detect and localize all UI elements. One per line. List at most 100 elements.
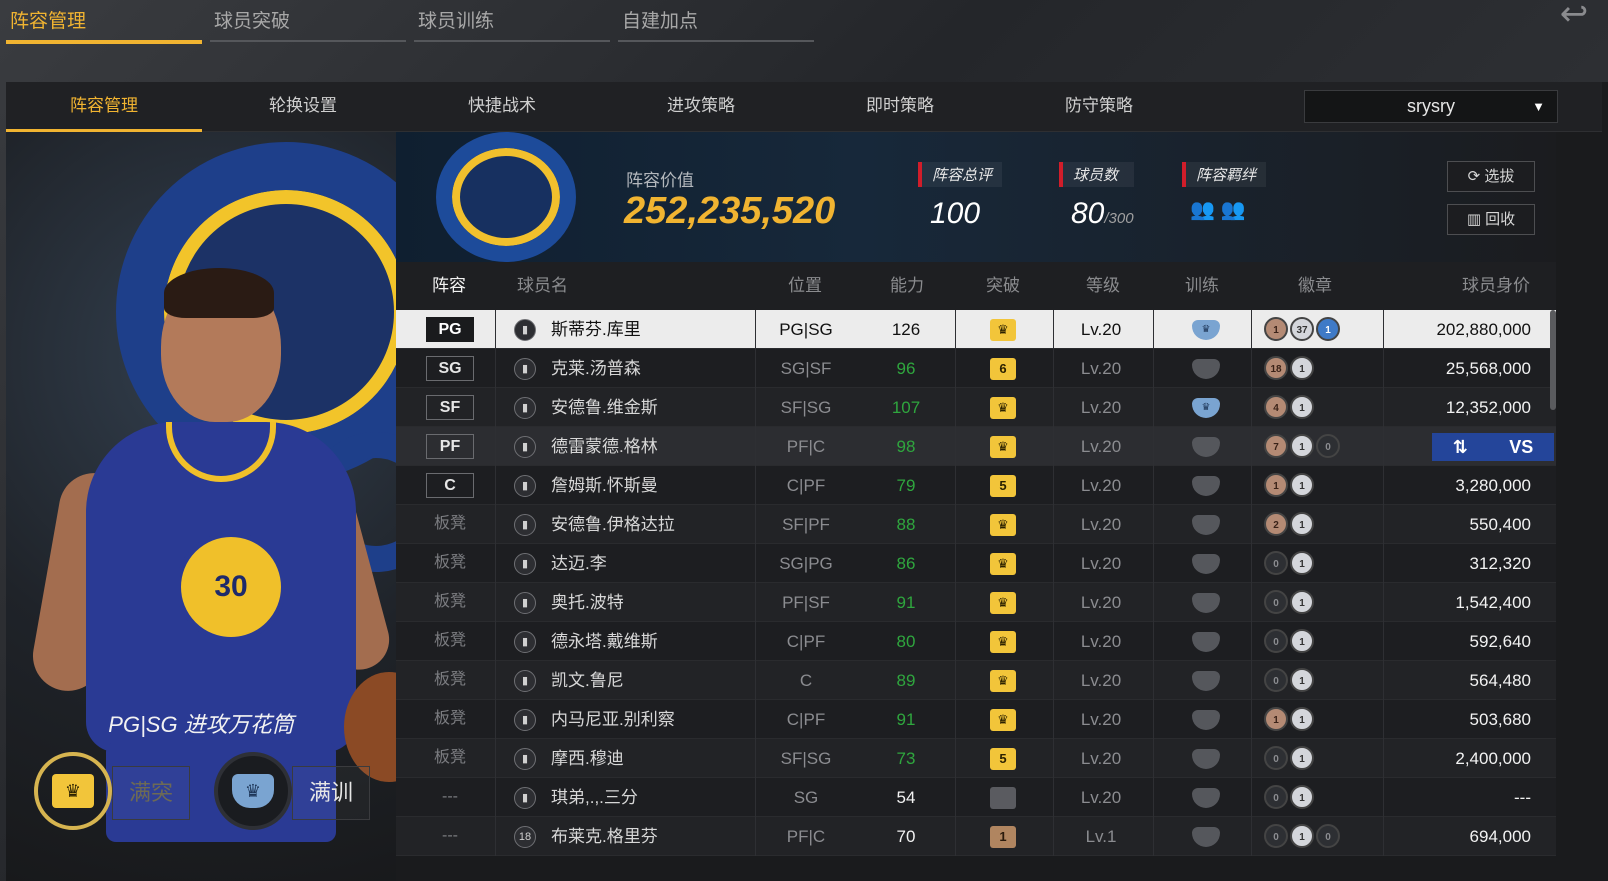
sub-tab-rotation[interactable]: 轮换设置 [205, 82, 401, 132]
col-ability[interactable]: 能力 [890, 262, 924, 310]
table-row[interactable]: 板凳 ▮ 摩西.穆迪 SF|SG 73 5 Lv.20 ♛ 01 2,400,000 [396, 739, 1556, 778]
slot-tag[interactable]: SF [426, 395, 474, 420]
slot-tag[interactable]: 板凳 [426, 629, 474, 654]
player-name[interactable]: 詹姆斯.怀斯曼 [551, 466, 658, 505]
top-tab-training[interactable]: 球员训练 [414, 0, 610, 44]
training-shield-icon: ♛ [1192, 320, 1220, 340]
divider [1251, 583, 1252, 622]
badge-list[interactable]: 01 [1264, 785, 1314, 809]
table-row[interactable]: C ▮ 詹姆斯.怀斯曼 C|PF 79 5 Lv.20 ♛ 11 3,280,000 [396, 466, 1556, 505]
col-name[interactable]: 球员名 [517, 262, 568, 310]
player-name[interactable]: 琪弟,.,.三分 [551, 778, 638, 817]
badge-list[interactable]: 11 [1264, 473, 1314, 497]
sub-tab-offense[interactable]: 进攻策略 [603, 82, 799, 132]
col-salary[interactable]: 球员身价 [1462, 262, 1530, 310]
player-ability: 80 [896, 632, 916, 651]
col-breakthrough[interactable]: 突破 [986, 262, 1020, 310]
top-tab-lineup[interactable]: 阵容管理 [6, 0, 202, 44]
divider [1383, 310, 1384, 349]
swap-vs-button[interactable]: ⇅ VS [1432, 433, 1554, 461]
draft-button[interactable]: ⟳ 选拔 [1447, 161, 1535, 192]
table-row[interactable]: 板凳 ▮ 达迈.李 SG|PG 86 ♛ Lv.20 ♛ 01 312,320 [396, 544, 1556, 583]
team-select[interactable]: srysry ▼ [1304, 90, 1558, 123]
player-name[interactable]: 克莱.汤普森 [551, 349, 641, 388]
badge-list[interactable]: 01 [1264, 629, 1314, 653]
badge-silver: 1 [1290, 668, 1314, 692]
sub-tab-defense[interactable]: 防守策略 [1001, 82, 1197, 132]
tier-icon: 18 [514, 826, 536, 848]
player-count: 80 [1071, 197, 1105, 230]
badge-list[interactable]: 41 [1264, 395, 1314, 419]
badge-list[interactable]: 21 [1264, 512, 1314, 536]
col-badges[interactable]: 徽章 [1298, 262, 1332, 310]
table-row[interactable]: 板凳 ▮ 安德鲁.伊格达拉 SF|PF 88 ♛ Lv.20 ♛ 21 550,400 [396, 505, 1556, 544]
badge-list[interactable]: 01 [1264, 668, 1314, 692]
badge-list[interactable]: 710 [1264, 434, 1340, 458]
slot-tag[interactable]: --- [426, 785, 474, 810]
col-level[interactable]: 等级 [1086, 262, 1120, 310]
slot-tag[interactable]: 板凳 [426, 512, 474, 537]
slot-tag[interactable]: PF [426, 434, 474, 459]
slot-tag[interactable]: 板凳 [426, 668, 474, 693]
player-name[interactable]: 德永塔.戴维斯 [551, 622, 658, 661]
table-row[interactable]: 板凳 ▮ 内马尼亚.别利察 C|PF 91 ♛ Lv.20 ♛ 11 503,680 [396, 700, 1556, 739]
col-lineup[interactable]: 阵容 [432, 262, 466, 310]
slot-tag[interactable]: SG [426, 356, 474, 381]
player-name[interactable]: 奥托.波特 [551, 583, 624, 622]
recycle-button[interactable]: ▥ 回收 [1447, 204, 1535, 235]
badge-list[interactable]: 01 [1264, 746, 1314, 770]
table-row[interactable]: 板凳 ▮ 凯文.鲁尼 C 89 ♛ Lv.20 ♛ 01 564,480 [396, 661, 1556, 700]
slot-tag[interactable]: 板凳 [426, 746, 474, 771]
badge-list[interactable]: 01 [1264, 590, 1314, 614]
badge-list[interactable]: 18 1 [1264, 356, 1314, 380]
slot-tag[interactable]: 板凳 [426, 590, 474, 615]
player-name[interactable]: 安德鲁.维金斯 [551, 388, 658, 427]
badge-dark: 0 [1264, 785, 1288, 809]
table-row[interactable]: --- ▮ 琪弟,.,.三分 SG 54 Lv.20 ♛ 01 --- [396, 778, 1556, 817]
slot-tag[interactable]: PG [426, 317, 474, 342]
player-name[interactable]: 斯蒂芬.库里 [551, 310, 641, 349]
sub-tab-realtime[interactable]: 即时策略 [802, 82, 998, 132]
table-row[interactable]: ---18布莱克.格里芬PF|C701Lv.1♛010694,000 [396, 817, 1556, 856]
table-row[interactable]: PG ▮ 斯蒂芬.库里 PG|SG 126 ♛ Lv.20 ♛ 1 37 1 202,880,000 [396, 310, 1556, 349]
player-ability: 98 [896, 437, 916, 456]
divider [1153, 427, 1154, 466]
player-name[interactable]: 凯文.鲁尼 [551, 661, 624, 700]
top-tab-breakthrough[interactable]: 球员突破 [210, 0, 406, 44]
table-row[interactable]: 板凳 ▮ 奥托.波特 PF|SF 91 ♛ Lv.20 ♛ 01 1,542,400 [396, 583, 1556, 622]
back-icon[interactable]: ↩ [1550, 0, 1598, 31]
col-training[interactable]: 训练 [1185, 262, 1219, 310]
player-position: PG|SG [779, 320, 833, 339]
slot-tag[interactable]: C [426, 473, 474, 498]
player-name[interactable]: 布莱克.格里芬 [551, 817, 658, 856]
table-row[interactable]: 板凳 ▮ 德永塔.戴维斯 C|PF 80 ♛ Lv.20 ♛ 01 592,640 [396, 622, 1556, 661]
col-position[interactable]: 位置 [788, 262, 822, 310]
badge-list[interactable]: 11 [1264, 707, 1314, 731]
slot-tag[interactable]: --- [426, 824, 474, 849]
slot-tag[interactable]: 板凳 [426, 707, 474, 732]
player-name[interactable]: 摩西.穆迪 [551, 739, 624, 778]
badge-list[interactable]: 010 [1264, 824, 1340, 848]
scrollbar[interactable] [1550, 310, 1556, 410]
sub-tab-quick-tactics[interactable]: 快捷战术 [404, 82, 600, 132]
breakthrough-level: 5 [990, 475, 1016, 497]
player-name[interactable]: 安德鲁.伊格达拉 [551, 505, 675, 544]
breakthrough-crown-icon: ♛ [990, 553, 1016, 575]
signal-icon: ▮ [514, 709, 536, 731]
table-row[interactable]: SF ▮ 安德鲁.维金斯 SF|SG 107 ♛ Lv.20 ♛ 4 1 12,352,000 [396, 388, 1556, 427]
badge-silver: 1 [1290, 473, 1314, 497]
count-value: 80/300 [1059, 197, 1134, 231]
top-tab-custom-points[interactable]: 自建加点 [618, 0, 814, 44]
divider [1153, 817, 1154, 856]
player-level: Lv.20 [1080, 320, 1122, 339]
badge-list[interactable]: 01 [1264, 551, 1314, 575]
badge-list[interactable]: 1 37 1 [1264, 317, 1340, 341]
player-name[interactable]: 内马尼亚.别利察 [551, 700, 675, 739]
sub-tab-lineup[interactable]: 阵容管理 [6, 82, 202, 132]
slot-tag[interactable]: 板凳 [426, 551, 474, 576]
bond-block[interactable]: 阵容羁绊 👥 👥 [1182, 162, 1267, 222]
player-name[interactable]: 达迈.李 [551, 544, 607, 583]
table-row[interactable]: SG ▮ 克莱.汤普森 SG|SF 96 6 Lv.20 ♛ 181 25,568,000 [396, 349, 1556, 388]
player-name[interactable]: 德雷蒙德.格林 [551, 427, 658, 466]
table-row[interactable]: PF ▮ 德雷蒙德.格林 PF|C 98 ♛ Lv.20 ♛ 7101 ⇅ VS [396, 427, 1556, 466]
